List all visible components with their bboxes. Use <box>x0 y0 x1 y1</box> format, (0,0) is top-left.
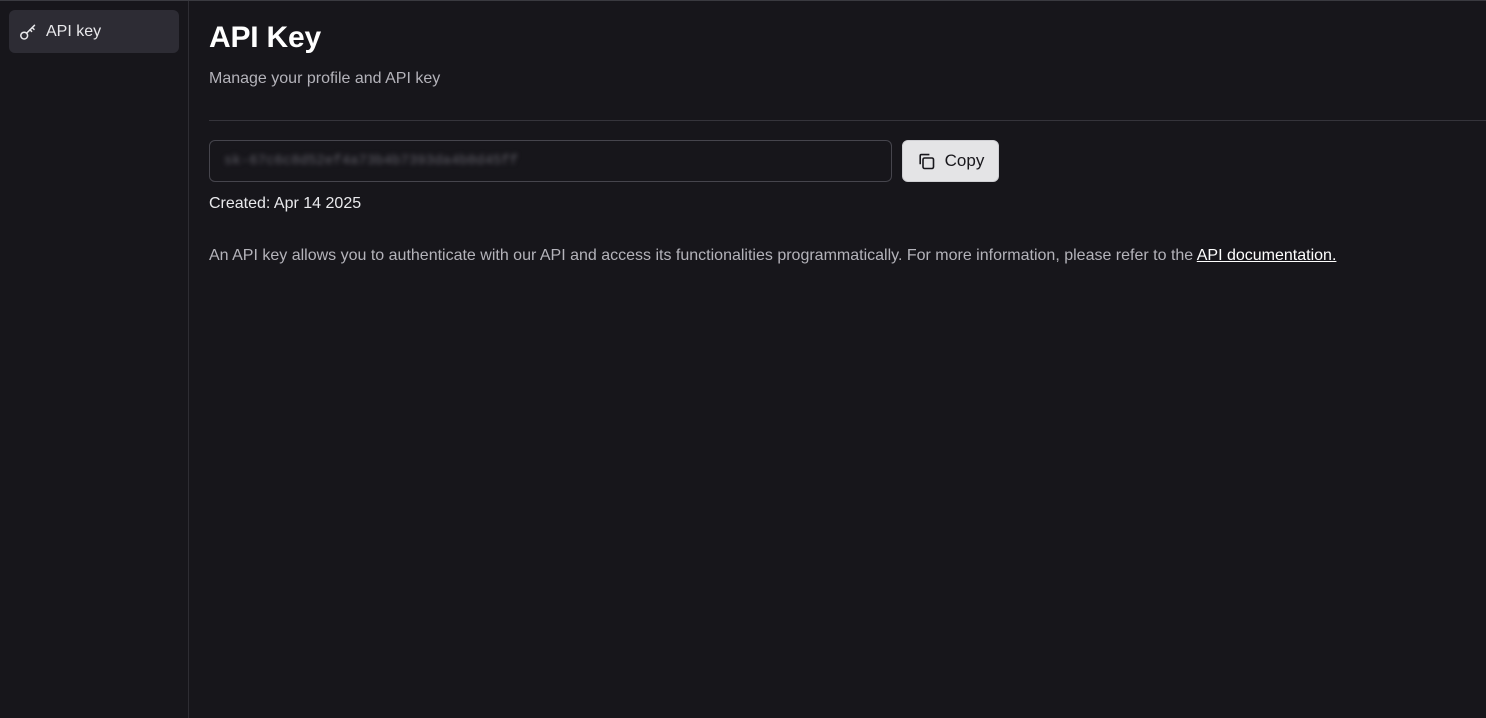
copy-button[interactable]: Copy <box>902 140 999 182</box>
copy-button-label: Copy <box>944 151 985 170</box>
divider <box>209 120 1486 121</box>
sidebar-item-api-key[interactable]: API key <box>9 10 179 53</box>
api-key-description: An API key allows you to authenticate wi… <box>209 247 1336 265</box>
copy-icon <box>917 152 936 171</box>
api-documentation-link[interactable]: API documentation. <box>1197 247 1337 264</box>
key-icon <box>19 23 37 41</box>
main-content: API Key Manage your profile and API key … <box>190 1 1486 718</box>
api-key-field-wrapper <box>209 140 892 182</box>
app-window: API key API Key Manage your profile and … <box>0 0 1486 718</box>
created-date: Created: Apr 14 2025 <box>209 195 362 212</box>
sidebar: API key <box>0 1 189 718</box>
page-title: API Key <box>209 21 321 54</box>
description-text: An API key allows you to authenticate wi… <box>209 247 1197 264</box>
api-key-field[interactable] <box>210 141 891 181</box>
page-subtitle: Manage your profile and API key <box>209 70 441 87</box>
sidebar-item-label: API key <box>46 22 102 40</box>
